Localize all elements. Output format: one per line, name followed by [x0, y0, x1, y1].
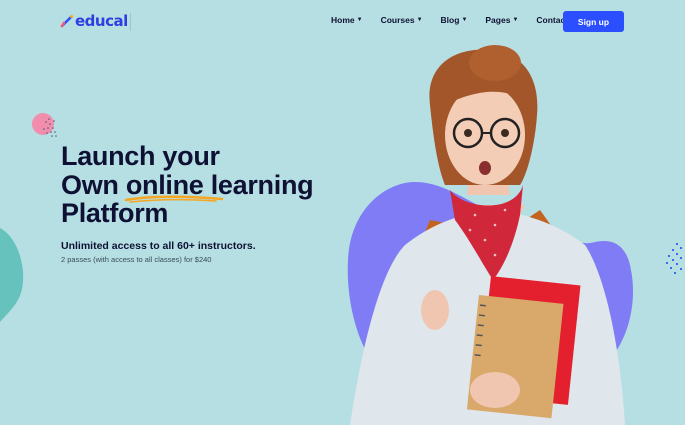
hero-title-line-3: Platform: [61, 198, 169, 228]
teal-half-circle-decoration: [0, 228, 24, 322]
student-illustration: [350, 45, 625, 425]
nav-item-pages[interactable]: Pages ▼: [485, 15, 518, 25]
site-header: educal Home ▼ Courses ▼ Blog ▼ Pages ▼ C…: [0, 0, 685, 42]
main-nav: Home ▼ Courses ▼ Blog ▼ Pages ▼ Contact: [331, 15, 586, 25]
brand-name: educal: [75, 12, 128, 30]
hero-subtitle: Unlimited access to all 60+ instructors.: [61, 240, 256, 252]
header-divider: [130, 13, 131, 31]
pink-blob-decoration: [32, 113, 57, 137]
underline-scribble-icon: [124, 195, 224, 203]
hero-note: 2 passes (with access to all classes) fo…: [61, 255, 212, 264]
pen-icon: [60, 15, 73, 28]
nav-item-courses[interactable]: Courses ▼: [381, 15, 423, 25]
hero-title-text: Own: [61, 169, 126, 200]
chevron-down-icon: ▼: [461, 17, 468, 23]
hero-title-highlight: online: [124, 170, 224, 203]
nav-item-label: Pages: [485, 15, 511, 25]
nav-item-label: Home: [331, 15, 355, 25]
nav-item-blog[interactable]: Blog ▼: [441, 15, 468, 25]
nav-item-label: Blog: [440, 15, 460, 25]
hero-title: Launch your Own online learning Platform: [61, 141, 314, 228]
dots-decoration: [666, 243, 682, 274]
chevron-down-icon: ▼: [512, 17, 519, 23]
hero-title-line-1: Launch your: [61, 141, 220, 171]
nav-item-label: Courses: [380, 15, 415, 25]
chevron-down-icon: ▼: [416, 17, 423, 23]
nav-item-home[interactable]: Home ▼: [331, 15, 363, 25]
signup-button[interactable]: Sign up: [563, 11, 624, 32]
hero-title-line-2: Own online learning: [61, 169, 314, 203]
brand-logo[interactable]: educal: [60, 12, 128, 30]
chevron-down-icon: ▼: [356, 17, 363, 23]
